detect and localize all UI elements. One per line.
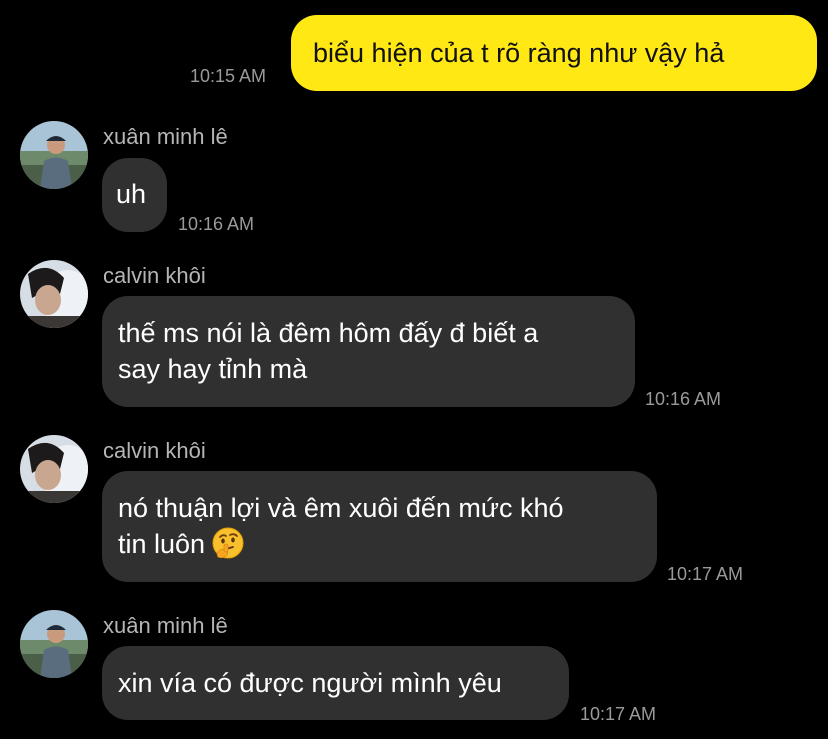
avatar-xuan-minh-le[interactable] [20,121,88,189]
incoming-message-bubble[interactable]: xin vía có được người mình yêu [102,646,569,720]
avatar-calvin-khoi[interactable] [20,260,88,328]
message-text: uh [116,179,147,209]
outgoing-message-bubble[interactable]: biểu hiện của t rõ ràng như vậy hả [291,15,817,91]
message-timestamp: 10:16 AM [645,389,722,409]
thinking-face-icon [211,526,245,560]
message-text-line: thế ms nói là đêm hôm đấy đ biết a [118,318,539,348]
incoming-message-bubble[interactable]: thế ms nói là đêm hôm đấy đ biết a say h… [102,296,635,407]
message-text-line-with-emoji: tin luôn [118,526,657,562]
sender-name: calvin khôi [103,438,206,463]
incoming-message-bubble[interactable]: uh [102,158,167,232]
sender-name: calvin khôi [103,263,206,288]
message-text-line: tin luôn [118,529,206,559]
message-timestamp: 10:17 AM [580,704,657,724]
message-text-line: nó thuận lợi và êm xuôi đến mức khó [118,493,564,523]
message-timestamp: 10:16 AM [178,214,255,234]
avatar-xuan-minh-le[interactable] [20,610,88,678]
sender-name: xuân minh lê [103,613,228,638]
message-text: biểu hiện của t rõ ràng như vậy hả [313,38,725,68]
sender-name: xuân minh lê [103,124,228,149]
message-timestamp: 10:15 AM [190,66,267,86]
avatar-calvin-khoi[interactable] [20,435,88,503]
message-text: xin vía có được người mình yêu [118,668,502,698]
incoming-message-bubble[interactable]: nó thuận lợi và êm xuôi đến mức khó tin … [102,471,657,582]
message-timestamp: 10:17 AM [667,564,744,584]
message-text-line: say hay tỉnh mà [118,354,308,384]
